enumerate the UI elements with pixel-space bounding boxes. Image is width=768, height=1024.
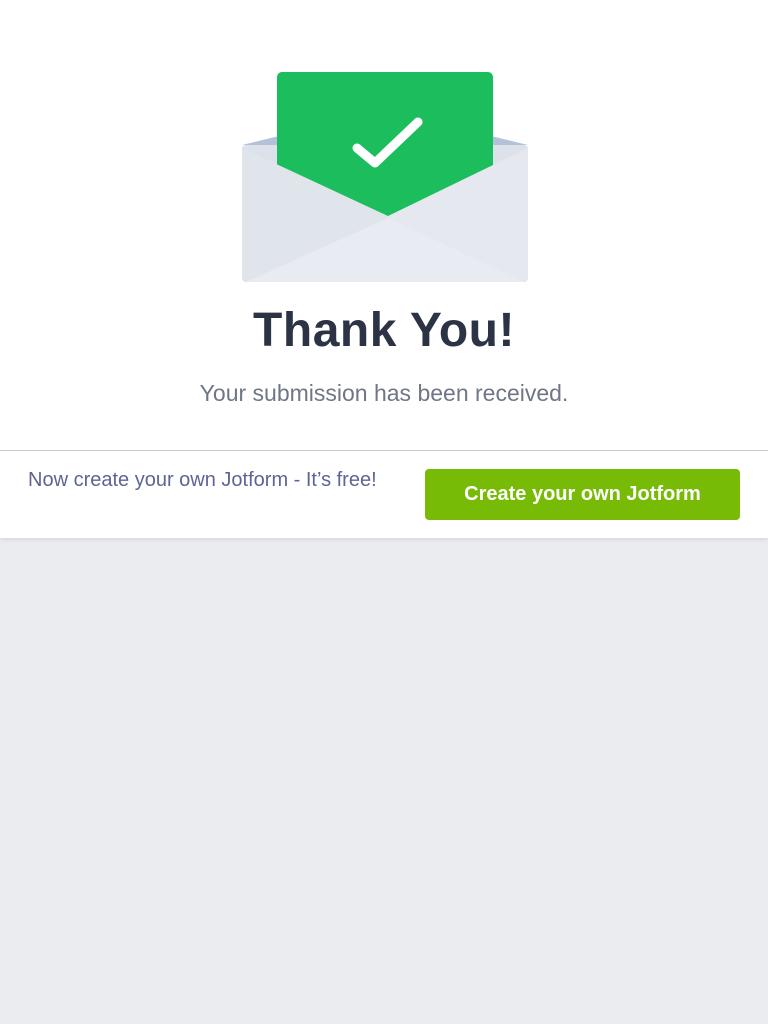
submission-received-message: Your submission has been received. — [199, 380, 569, 406]
divider — [0, 450, 768, 451]
thank-you-card: Thank You! Your submission has been rece… — [0, 0, 768, 538]
create-your-own-jotform-button[interactable]: Create your own Jotform — [425, 469, 740, 520]
thank-you-heading: Thank You! — [253, 304, 515, 357]
envelope-check-icon — [240, 70, 530, 285]
promo-text: Now create your own Jotform - It’s free! — [28, 469, 377, 491]
